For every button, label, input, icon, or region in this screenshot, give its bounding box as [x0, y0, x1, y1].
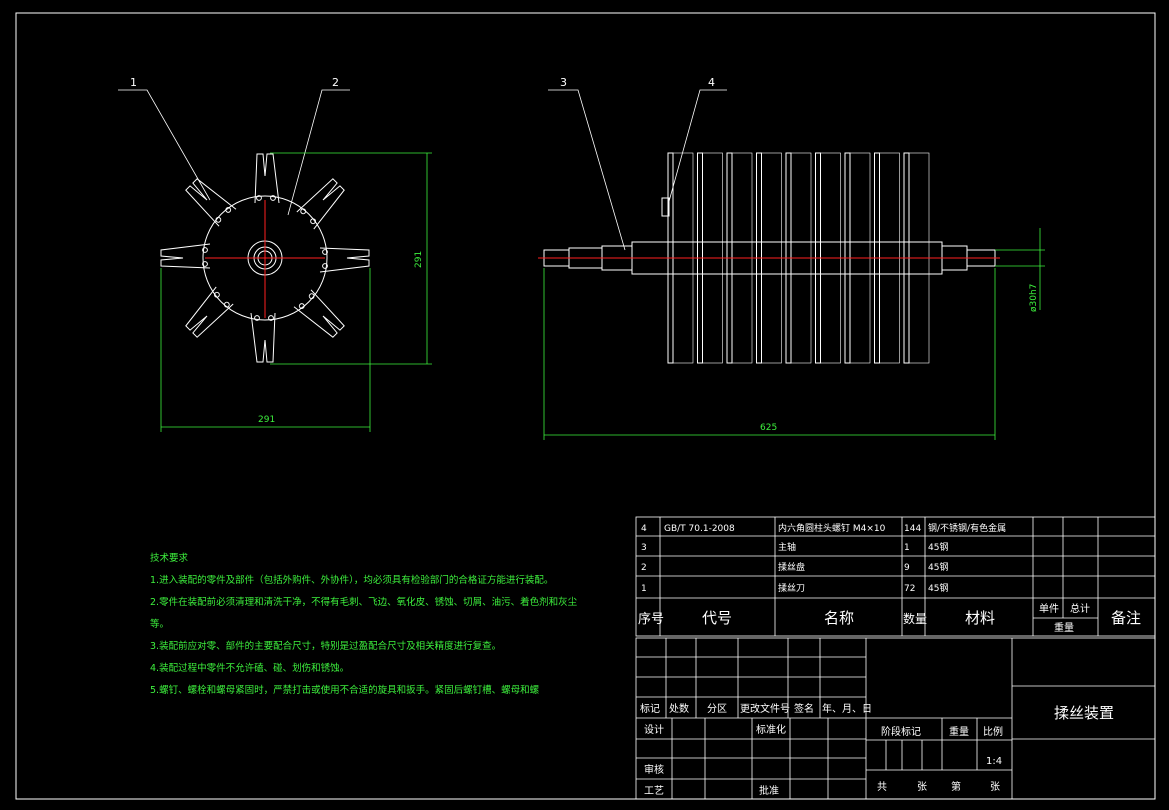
svg-text:更改文件号: 更改文件号: [740, 702, 790, 715]
note-4: 4.装配过程中零件不允许磕、碰、划伤和锈蚀。: [150, 663, 350, 674]
svg-text:1: 1: [904, 543, 910, 553]
leaders-side: [548, 89, 727, 251]
technical-notes: 技术要求 1.进入装配的零件及部件（包括外购件、外协件），均必须具有检验部门的合…: [150, 548, 590, 702]
svg-text:9: 9: [904, 563, 910, 573]
svg-text:第: 第: [951, 780, 961, 793]
svg-text:重量: 重量: [1054, 621, 1074, 634]
svg-text:45钢: 45钢: [928, 561, 948, 573]
svg-text:内六角圆柱头螺钉 M4×10: 内六角圆柱头螺钉 M4×10: [778, 522, 886, 534]
blade-outline: [185, 286, 234, 338]
side-view: [538, 152, 1000, 364]
dim-width: 291: [258, 415, 275, 425]
leaders-front: [118, 89, 350, 216]
svg-text:72: 72: [904, 584, 915, 594]
drawing-name: 揉丝装置: [1054, 704, 1114, 722]
blade-outline: [185, 178, 237, 227]
svg-text:2: 2: [641, 563, 647, 573]
dim-length: 625: [760, 423, 777, 433]
bom-rows: 4 GB/T 70.1-2008 内六角圆柱头螺钉 M4×10 144 钢/不锈…: [641, 522, 1006, 594]
svg-text:揉丝盘: 揉丝盘: [778, 561, 805, 573]
note-2: 2.零件在装配前必须清理和清洗干净，不得有毛刺、飞边、氧化皮、锈蚀、切屑、油污、…: [150, 597, 578, 630]
svg-text:审核: 审核: [644, 763, 664, 776]
note-5: 5.螺钉、螺栓和螺母紧固时，严禁打击或使用不合适的旋具和扳手。紧固后螺钉槽、螺母…: [150, 685, 540, 696]
svg-text:标记: 标记: [640, 703, 660, 715]
blade: [185, 286, 234, 338]
svg-text:1: 1: [641, 584, 647, 594]
svg-text:设计: 设计: [644, 723, 664, 736]
svg-text:144: 144: [904, 524, 921, 534]
svg-text:数量: 数量: [903, 611, 927, 626]
svg-text:4: 4: [641, 524, 647, 534]
svg-text:1:4: 1:4: [986, 756, 1002, 767]
svg-text:年、月、日: 年、月、日: [822, 702, 872, 715]
balloon-4: 4: [708, 76, 715, 89]
title-block-labels: 标记 处数 分区 更改文件号 签名 年、月、日 设计 标准化 审核 工艺 批准 …: [640, 702, 1114, 797]
svg-text:材料: 材料: [965, 609, 995, 627]
blade: [296, 178, 345, 230]
dim-diameter: ø30h7: [1029, 284, 1039, 312]
svg-text:钢/不锈钢/有色金属: 钢/不锈钢/有色金属: [928, 522, 1006, 534]
blade-outline: [293, 289, 345, 338]
svg-text:批准: 批准: [759, 784, 779, 797]
blade: [293, 289, 345, 338]
svg-text:备注: 备注: [1111, 609, 1141, 627]
svg-text:45钢: 45钢: [928, 541, 948, 553]
front-view: [160, 153, 370, 363]
balloon-3: 3: [560, 76, 567, 89]
front-dims: [160, 152, 432, 432]
side-dims: [543, 228, 1045, 440]
svg-text:比例: 比例: [983, 725, 1003, 738]
svg-text:名称: 名称: [824, 609, 854, 627]
balloon-2: 2: [332, 76, 339, 89]
svg-text:45钢: 45钢: [928, 582, 948, 594]
svg-text:总计: 总计: [1070, 602, 1090, 615]
svg-text:GB/T 70.1-2008: GB/T 70.1-2008: [664, 524, 735, 534]
svg-text:签名: 签名: [794, 702, 814, 715]
svg-text:共: 共: [877, 781, 887, 793]
balloon-1: 1: [130, 76, 137, 89]
svg-text:阶段标记: 阶段标记: [881, 725, 921, 738]
notes-title: 技术要求: [150, 553, 189, 564]
svg-text:张: 张: [917, 781, 927, 793]
svg-text:序号: 序号: [638, 612, 664, 627]
dim-height: 291: [414, 251, 424, 268]
svg-text:3: 3: [641, 543, 647, 553]
svg-text:单件: 单件: [1039, 603, 1059, 615]
blade: [185, 178, 237, 227]
svg-text:分区: 分区: [707, 703, 727, 715]
svg-text:工艺: 工艺: [644, 785, 664, 797]
blade-outline: [296, 178, 345, 230]
svg-text:主轴: 主轴: [778, 541, 796, 553]
svg-text:处数: 处数: [669, 702, 689, 715]
svg-text:重量: 重量: [949, 725, 969, 738]
svg-text:标准化: 标准化: [756, 723, 786, 736]
svg-text:张: 张: [990, 781, 1000, 793]
svg-text:揉丝刀: 揉丝刀: [778, 582, 805, 594]
svg-text:代号: 代号: [702, 609, 732, 627]
note-1: 1.进入装配的零件及部件（包括外购件、外协件），均必须具有检验部门的合格证方能进…: [150, 575, 554, 586]
note-3: 3.装配前应对零、部件的主要配合尺寸，特别是过盈配合尺寸及相关精度进行复查。: [150, 641, 502, 652]
